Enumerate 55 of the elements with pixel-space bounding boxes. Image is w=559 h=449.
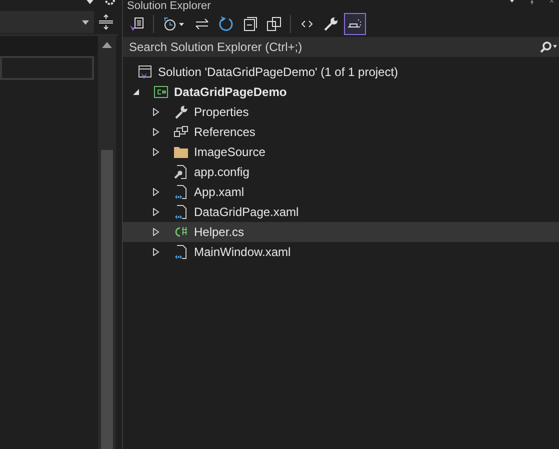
tree-item[interactable]: MainWindow.xaml bbox=[123, 242, 559, 262]
collapsed-arrow-icon[interactable] bbox=[152, 128, 160, 136]
wrench-icon bbox=[323, 16, 339, 32]
panel-title: Solution Explorer bbox=[126, 0, 211, 12]
scroll-bar[interactable] bbox=[98, 36, 116, 449]
tree-item[interactable]: app.config bbox=[123, 162, 559, 182]
references-icon bbox=[173, 124, 189, 140]
search-icon[interactable] bbox=[539, 41, 557, 53]
folder-icon bbox=[173, 144, 189, 160]
tree-item[interactable]: DataGridPageDemo bbox=[123, 82, 559, 102]
collapsed-arrow-icon[interactable] bbox=[152, 148, 160, 156]
search-field[interactable]: Search Solution Explorer (Ctrl+;) bbox=[123, 37, 559, 57]
xaml-file-icon bbox=[173, 244, 189, 260]
expanded-arrow-icon[interactable] bbox=[132, 88, 140, 96]
pending-button[interactable] bbox=[344, 13, 366, 35]
file-label: Helper.cs bbox=[194, 225, 244, 239]
solution-icon bbox=[137, 64, 153, 80]
pages-icon bbox=[266, 16, 282, 32]
wrench-icon bbox=[173, 104, 189, 120]
text-field[interactable] bbox=[0, 56, 94, 80]
xaml-file-icon bbox=[173, 204, 189, 220]
clock-icon bbox=[162, 16, 186, 32]
collapsed-arrow-icon[interactable] bbox=[152, 108, 160, 116]
file-label: MainWindow.xaml bbox=[194, 245, 291, 259]
dropdown-icon[interactable] bbox=[85, 0, 95, 5]
sync-arrows-icon bbox=[194, 16, 210, 32]
dropdown-icon[interactable] bbox=[507, 0, 517, 5]
tree-item[interactable]: Properties bbox=[123, 102, 559, 122]
caret-icon[interactable] bbox=[82, 20, 89, 25]
solution-label: Solution 'DataGridPageDemo' (1 of 1 project) bbox=[158, 65, 398, 79]
tree-item[interactable]: References bbox=[123, 122, 559, 142]
project-label: DataGridPageDemo bbox=[174, 85, 287, 99]
csharp-project-icon bbox=[153, 84, 169, 100]
collapse-icon bbox=[242, 16, 258, 32]
file-label: app.config bbox=[194, 165, 250, 179]
file-label: App.xaml bbox=[194, 185, 244, 199]
file-label: ImageSource bbox=[194, 145, 266, 159]
tree-item[interactable]: Solution 'DataGridPageDemo' (1 of 1 project) bbox=[123, 62, 559, 82]
solution-icon bbox=[129, 16, 145, 32]
refresh-icon bbox=[218, 16, 234, 32]
collapsed-arrow-icon[interactable] bbox=[152, 208, 160, 216]
config-file-icon bbox=[173, 164, 189, 180]
tree-item[interactable]: Helper.cs bbox=[123, 222, 559, 242]
dropdown-field[interactable] bbox=[0, 11, 94, 33]
tree-item[interactable]: App.xaml bbox=[123, 182, 559, 202]
collapsed-arrow-icon[interactable] bbox=[152, 188, 160, 196]
tree-item[interactable]: ImageSource bbox=[123, 142, 559, 162]
collapsed-arrow-icon[interactable] bbox=[152, 248, 160, 256]
file-label: DataGridPage.xaml bbox=[194, 205, 299, 219]
split-icon[interactable] bbox=[98, 14, 114, 30]
collapsed-arrow-icon[interactable] bbox=[152, 228, 160, 236]
file-label: References bbox=[194, 125, 256, 139]
tree-item[interactable]: DataGridPage.xaml bbox=[123, 202, 559, 222]
file-label: Properties bbox=[194, 105, 249, 119]
xaml-file-icon bbox=[173, 184, 189, 200]
